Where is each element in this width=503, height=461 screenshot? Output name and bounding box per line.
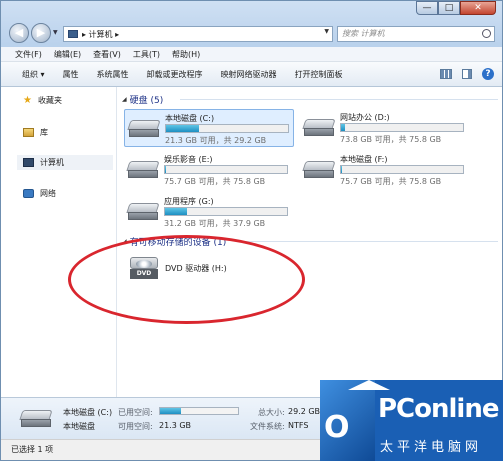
group-divider bbox=[244, 241, 498, 242]
drive-usage-bar bbox=[164, 165, 288, 174]
drive-space: 75.7 GB 可用，共 75.8 GB bbox=[164, 177, 266, 186]
system-properties-button[interactable]: 系统属性 bbox=[97, 69, 129, 80]
drive-usage-bar bbox=[164, 207, 288, 216]
drive-item[interactable]: 应用程序 (G:) 31.2 GB 可用，共 37.9 GB bbox=[124, 193, 294, 231]
maximize-button[interactable]: □ bbox=[438, 1, 460, 15]
drive-space: 31.2 GB 可用，共 37.9 GB bbox=[164, 219, 266, 228]
details-used-label: 已用空间: bbox=[118, 408, 153, 417]
details-fs-label: 文件系统: bbox=[250, 422, 285, 431]
watermark-subtitle: 太平洋电脑网 bbox=[380, 440, 483, 455]
open-control-panel-button[interactable]: 打开控制面板 bbox=[295, 69, 343, 80]
hard-drive-icon bbox=[302, 161, 336, 179]
details-free-value: 21.3 GB bbox=[159, 421, 192, 430]
hard-drive-icon bbox=[127, 120, 161, 138]
star-icon: ★ bbox=[23, 95, 32, 106]
drive-name: 网站办公 (D:) bbox=[340, 113, 390, 122]
uninstall-program-button[interactable]: 卸载或更改程序 bbox=[147, 69, 203, 80]
computer-icon bbox=[68, 30, 78, 38]
hard-drive-icon bbox=[302, 119, 336, 137]
drive-usage-bar bbox=[340, 165, 464, 174]
view-controls: ? bbox=[440, 68, 494, 80]
details-free-label: 可用空间: bbox=[118, 422, 153, 431]
menu-help[interactable]: 帮助(H) bbox=[172, 49, 200, 60]
hard-drive-icon bbox=[19, 410, 53, 428]
menu-file[interactable]: 文件(F) bbox=[15, 49, 42, 60]
menu-tools[interactable]: 工具(T) bbox=[133, 49, 160, 60]
address-path[interactable]: ▸ 计算机 ▸ bbox=[82, 29, 119, 40]
window-controls: — □ ✕ bbox=[416, 1, 496, 15]
search-icon[interactable] bbox=[482, 29, 491, 38]
watermark-o: O bbox=[324, 410, 350, 445]
drive-space: 73.8 GB 可用，共 75.8 GB bbox=[340, 135, 442, 144]
nav-item-computer[interactable]: 计算机 bbox=[17, 155, 113, 170]
minimize-button[interactable]: — bbox=[416, 1, 438, 15]
search-input[interactable]: 搜索 计算机 bbox=[337, 26, 495, 42]
library-icon bbox=[23, 128, 34, 137]
drive-name: 本地磁盘 (F:) bbox=[340, 155, 388, 164]
help-icon[interactable]: ? bbox=[482, 68, 494, 80]
drive-item[interactable]: 本地磁盘 (F:) 75.7 GB 可用，共 75.8 GB bbox=[300, 151, 470, 189]
close-button[interactable]: ✕ bbox=[460, 1, 496, 15]
network-icon bbox=[23, 189, 34, 198]
nav-item-label: 收藏夹 bbox=[37, 96, 62, 105]
group-header-hard-disks[interactable]: ◢ 硬盘 (5) bbox=[122, 93, 163, 106]
details-fs-value: NTFS bbox=[288, 421, 309, 430]
nav-item-label: 计算机 bbox=[40, 158, 64, 167]
pconline-watermark: O PConline 太平洋电脑网 bbox=[320, 380, 503, 461]
nav-item-network[interactable]: 网络 bbox=[23, 188, 56, 199]
menu-bar: 文件(F) 编辑(E) 查看(V) 工具(T) 帮助(H) bbox=[1, 47, 502, 62]
house-roof-icon bbox=[348, 380, 390, 390]
details-usage-bar bbox=[159, 407, 239, 415]
drive-space: 75.7 GB 可用，共 75.8 GB bbox=[340, 177, 442, 186]
forward-button[interactable]: ▶ bbox=[31, 23, 51, 43]
drive-name: 应用程序 (G:) bbox=[164, 197, 214, 206]
search-placeholder: 搜索 计算机 bbox=[342, 29, 385, 38]
command-bar: 组织 ▾ 属性 系统属性 卸载或更改程序 映射网络驱动器 打开控制面板 ? bbox=[1, 62, 502, 87]
drive-space: 21.3 GB 可用，共 29.2 GB bbox=[165, 136, 267, 145]
hard-drive-icon bbox=[126, 161, 160, 179]
computer-icon bbox=[23, 158, 34, 167]
collapse-arrow-icon[interactable]: ◢ bbox=[122, 96, 127, 103]
details-drive-name: 本地磁盘 (C:) bbox=[63, 408, 113, 417]
watermark-brand: PConline bbox=[378, 394, 499, 424]
drive-item[interactable]: 本地磁盘 (C:) 21.3 GB 可用，共 29.2 GB bbox=[124, 109, 294, 147]
annotation-ellipse bbox=[68, 235, 305, 324]
nav-buttons: ◀ ▶ ▼ bbox=[9, 23, 61, 43]
nav-item-label: 库 bbox=[40, 128, 48, 137]
details-total-label: 总大小: bbox=[258, 408, 285, 417]
navigation-pane: ★ 收藏夹 库 计算机 网络 bbox=[1, 87, 117, 397]
hard-drive-icon bbox=[126, 203, 160, 221]
drive-item[interactable]: 网站办公 (D:) 73.8 GB 可用，共 75.8 GB bbox=[300, 109, 470, 147]
chevron-down-icon[interactable]: ▼ bbox=[324, 28, 329, 35]
title-bar: — □ ✕ ◀ ▶ ▼ ▸ 计算机 ▸ ▼ 搜索 计算机 bbox=[1, 1, 502, 47]
details-total-value: 29.2 GB bbox=[288, 407, 321, 416]
details-drive-type: 本地磁盘 bbox=[63, 422, 95, 431]
change-view-icon[interactable] bbox=[440, 69, 452, 79]
drive-name: 娱乐影音 (E:) bbox=[164, 155, 213, 164]
back-button[interactable]: ◀ bbox=[9, 23, 29, 43]
properties-button[interactable]: 属性 bbox=[63, 69, 79, 80]
nav-item-label: 网络 bbox=[40, 189, 56, 198]
map-network-drive-button[interactable]: 映射网络驱动器 bbox=[221, 69, 277, 80]
preview-pane-icon[interactable] bbox=[462, 69, 472, 79]
menu-view[interactable]: 查看(V) bbox=[93, 49, 121, 60]
menu-edit[interactable]: 编辑(E) bbox=[54, 49, 81, 60]
address-bar[interactable]: ▸ 计算机 ▸ ▼ bbox=[63, 26, 333, 42]
group-title: 硬盘 (5) bbox=[129, 96, 164, 106]
drive-usage-bar bbox=[340, 123, 464, 132]
nav-item-favorites[interactable]: ★ 收藏夹 bbox=[23, 95, 62, 106]
nav-item-libraries[interactable]: 库 bbox=[23, 127, 48, 138]
drive-item[interactable]: 娱乐影音 (E:) 75.7 GB 可用，共 75.8 GB bbox=[124, 151, 294, 189]
drive-name: 本地磁盘 (C:) bbox=[165, 114, 215, 123]
recent-pages-dropdown[interactable]: ▼ bbox=[53, 23, 61, 43]
group-divider bbox=[180, 99, 498, 100]
organize-button[interactable]: 组织 ▾ bbox=[22, 69, 45, 80]
drive-usage-bar bbox=[165, 124, 289, 133]
